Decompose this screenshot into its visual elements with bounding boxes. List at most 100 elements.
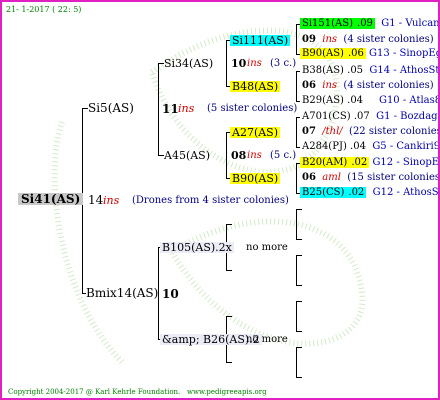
node-b90[interactable]: B90(AS) — [230, 173, 281, 184]
sire-queen[interactable]: Si5(AS) — [88, 102, 134, 114]
gen4-info: G1 - Vulcan09Q — [381, 18, 440, 29]
gen4-row: 06 aml (15 sister colonies) — [302, 172, 440, 183]
footer-copyright: Copyright 2004-2017 @ Karl Kehrle Founda… — [8, 388, 181, 396]
tree-line — [296, 117, 297, 148]
tree-line — [296, 285, 302, 286]
tree-line — [296, 255, 297, 286]
gen4-num: .05 — [347, 65, 364, 76]
gen4-info: G10 - Atlas85R — [378, 95, 440, 106]
node-a27[interactable]: A27(AS) — [230, 127, 281, 138]
gen4-row[interactable]: B25(CS).02 G12 - AthosSt80R — [300, 187, 439, 198]
gen4-info: G1 - Bozdag07R — [376, 111, 438, 122]
node-b105[interactable]: B105(AS).2x — [160, 242, 234, 253]
tree-line — [226, 40, 227, 87]
gen4-queen[interactable]: B38(AS) — [302, 65, 344, 76]
gen4-queen[interactable]: B25(CS) — [300, 187, 347, 198]
gen4-generation: 06 — [302, 80, 316, 91]
tree-line — [296, 163, 297, 194]
damsire-generation: 10 — [162, 287, 179, 301]
b26-no-more: no more — [246, 334, 288, 345]
pedigree-frame: 21- 1-2017 ( 22: 5) Si41(AS) 14 ins (Dro… — [0, 0, 440, 400]
gen4-info: G12 - SinopEgg86R — [372, 157, 440, 168]
gen4-note: (15 sister colonies) — [347, 172, 440, 183]
tree-line — [296, 209, 302, 210]
gen4-num: .07 — [353, 111, 370, 122]
tree-line — [296, 71, 300, 72]
gen4-generation: 06 — [302, 172, 316, 183]
tree-line — [226, 224, 232, 225]
gen4-queen[interactable]: B20(AM) — [300, 157, 350, 168]
gen4-row[interactable]: A284(PJ) .04 G5 - Cankiri97Q — [302, 141, 438, 152]
gen4-note: (4 sister colonies) — [343, 80, 434, 91]
gen4-queen[interactable]: B29(AS) — [302, 95, 344, 106]
report-date: 21- 1-2017 ( 22: 5) — [6, 5, 82, 14]
gen4-queen[interactable]: A701(CS) — [302, 111, 351, 122]
gen4-row[interactable]: B38(AS) .05 G14 - AthosSt80R — [302, 65, 440, 76]
tree-line — [296, 331, 302, 332]
root-generation: 14 — [88, 193, 104, 207]
gen4-ins: ins — [322, 34, 338, 45]
gen4-row: 07 /thl/ (22 sister colonies) — [302, 126, 440, 137]
gen4-info: G14 - AthosSt80R — [369, 65, 440, 76]
tree-line — [226, 362, 232, 363]
gen4-ins: aml — [322, 172, 341, 183]
gen4-generation: 09 — [302, 34, 316, 45]
b105-no-more: no more — [246, 242, 288, 253]
a27-ins: ins — [247, 150, 262, 161]
tree-line — [296, 71, 297, 102]
gen4-row[interactable]: B90(AS).06 G13 - SinopEgg86R — [300, 48, 438, 59]
gen4-queen[interactable]: A284(PJ) — [302, 141, 347, 152]
si111-generation: 10 — [231, 57, 247, 70]
gen4-row[interactable]: B20(AM).02 G12 - SinopEgg86R — [300, 157, 440, 168]
root-note: (Drones from 4 sister colonies) — [132, 195, 289, 206]
gen4-num: .09 — [355, 18, 375, 29]
sire-ins: ins — [178, 102, 195, 115]
gen4-num: .04 — [347, 95, 364, 106]
gen4-num: .06 — [345, 48, 366, 59]
gen4-ins: /thl/ — [322, 126, 343, 137]
tree-line — [158, 63, 159, 156]
tree-line — [296, 301, 302, 302]
gen4-row[interactable]: A701(CS) .07 G1 - Bozdag07R — [302, 111, 438, 122]
root-ins: ins — [103, 194, 120, 207]
node-a45[interactable]: A45(AS) — [164, 150, 210, 161]
tree-line — [296, 147, 300, 148]
gen4-note: (22 sister colonies) — [349, 126, 440, 137]
node-si111[interactable]: Si111(AS) — [230, 35, 291, 46]
gen4-note: (4 sister colonies) — [343, 34, 434, 45]
gen4-info: G12 - AthosSt80R — [372, 187, 439, 198]
gen4-row[interactable]: Si151(AS).09 G1 - Vulcan09Q — [300, 18, 440, 29]
gen4-row: 06 ins (4 sister colonies) — [302, 81, 434, 91]
tree-line — [296, 239, 302, 240]
tree-line — [296, 377, 302, 378]
tree-line — [296, 347, 302, 348]
a27-generation: 08 — [231, 149, 247, 162]
tree-line — [226, 270, 232, 271]
tree-line — [296, 117, 300, 118]
sire-generation: 11 — [162, 102, 179, 116]
tree-line — [296, 101, 300, 102]
gen4-generation: 07 — [302, 126, 316, 137]
node-si34[interactable]: Si34(AS) — [164, 58, 213, 69]
tree-line — [226, 132, 227, 179]
gen4-num: .02 — [346, 187, 367, 198]
gen4-info: G13 - SinopEgg86R — [369, 48, 438, 59]
gen4-queen[interactable]: B90(AS) — [300, 48, 346, 59]
sire-note: (5 sister colonies) — [207, 103, 298, 114]
si111-ins: ins — [247, 58, 262, 69]
node-b48[interactable]: B48(AS) — [230, 81, 281, 92]
damsire-queen[interactable]: Bmix14(AS) — [86, 287, 158, 299]
tree-line — [296, 209, 297, 240]
gen4-num: .04 — [350, 141, 366, 152]
footer: Copyright 2004-2017 @ Karl Kehrle Founda… — [8, 389, 267, 396]
root-queen[interactable]: Si41(AS) — [18, 193, 84, 205]
gen4-row: 09 ins (4 sister colonies) — [302, 35, 434, 45]
footer-link[interactable]: www.pedigreeapis.org — [187, 388, 267, 396]
gen4-row[interactable]: B29(AS) .04 G10 - Atlas85R — [302, 95, 440, 106]
tree-line — [296, 301, 297, 332]
a27-note: (5 c.) — [270, 150, 297, 161]
tree-line — [296, 24, 297, 55]
tree-line — [296, 347, 297, 378]
gen4-queen[interactable]: Si151(AS) — [300, 18, 356, 29]
tree-line — [296, 255, 302, 256]
